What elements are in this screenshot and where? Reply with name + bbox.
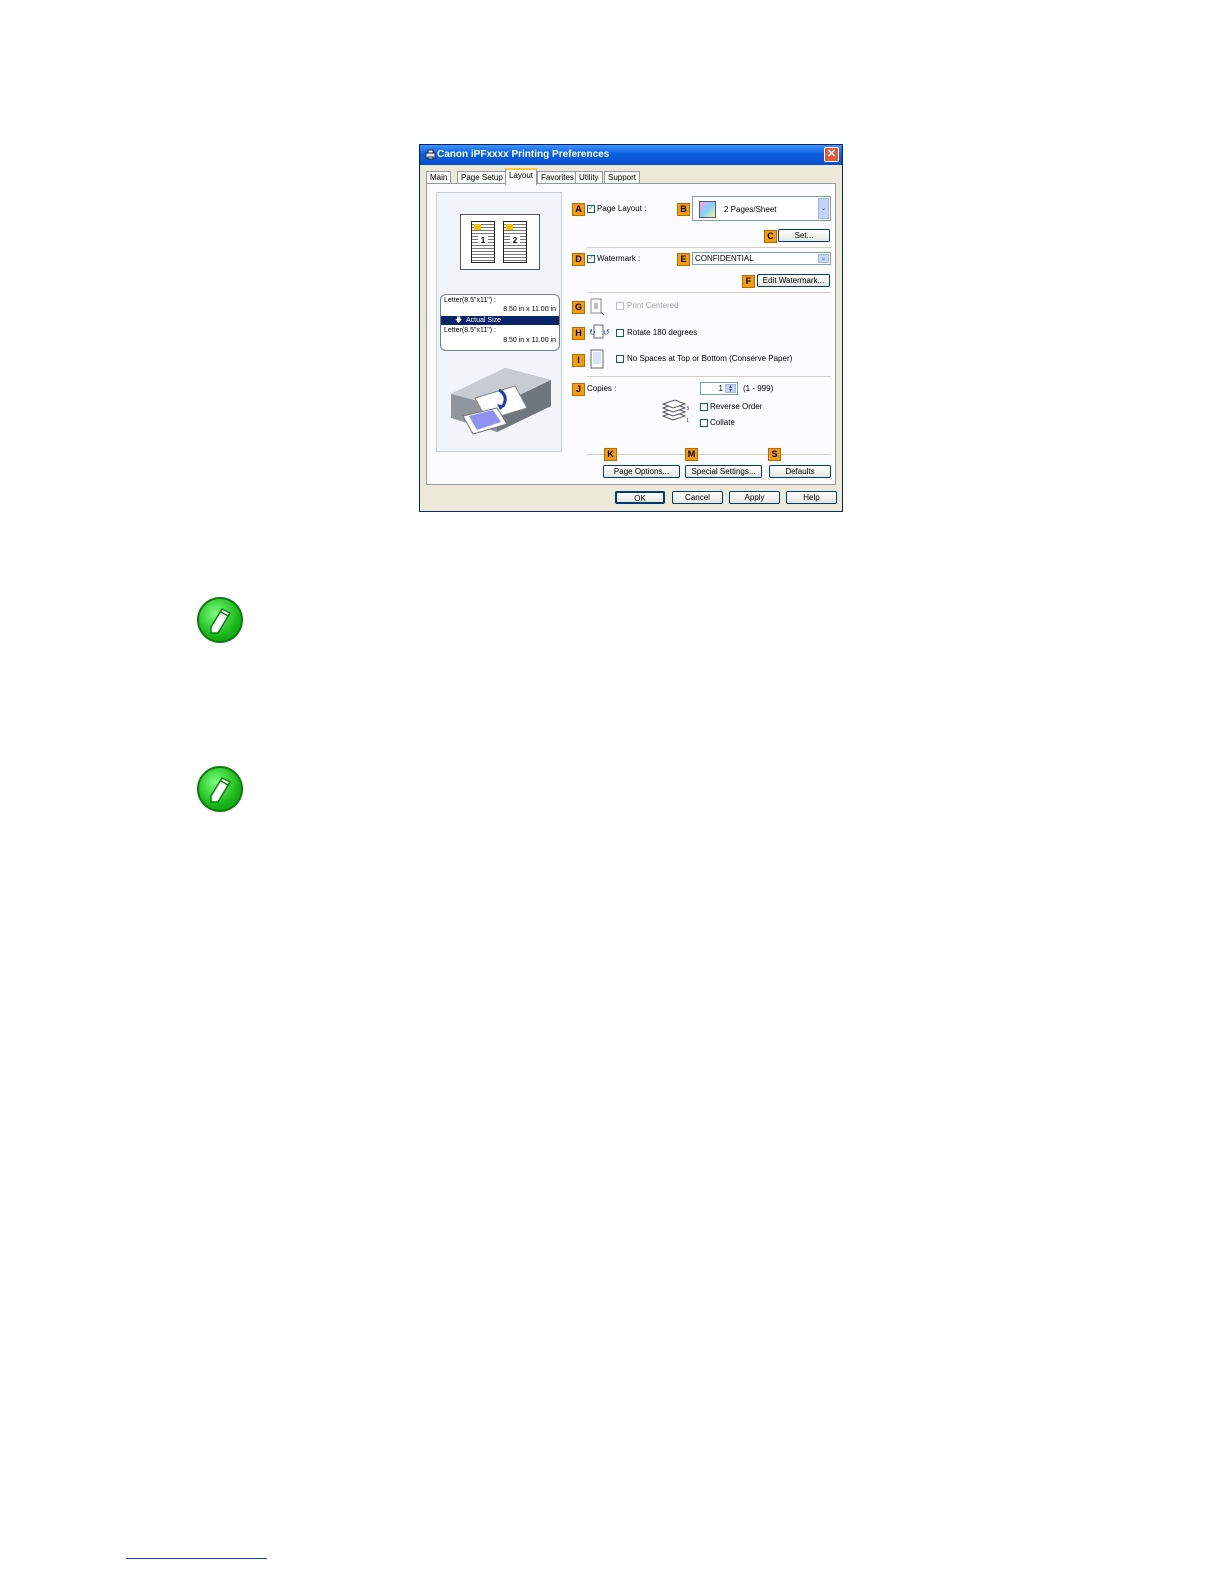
divider bbox=[587, 292, 831, 293]
callout-d: D bbox=[572, 253, 585, 266]
no-spaces-label: No Spaces at Top or Bottom (Conserve Pap… bbox=[627, 354, 793, 363]
close-icon[interactable]: ✕ bbox=[824, 147, 839, 162]
conserve-paper-icon bbox=[590, 349, 604, 369]
callout-m: M bbox=[685, 448, 698, 461]
callout-a: A bbox=[572, 203, 585, 216]
defaults-button[interactable]: Defaults bbox=[769, 465, 831, 478]
pages-per-sheet-icon bbox=[699, 201, 716, 218]
apply-button[interactable]: Apply bbox=[729, 491, 780, 504]
reverse-order-label: Reverse Order bbox=[710, 402, 763, 411]
chevron-down-icon[interactable]: ⌄ bbox=[818, 198, 829, 219]
callout-e: E bbox=[677, 253, 690, 266]
watermark-value: CONFIDENTIAL bbox=[695, 254, 754, 263]
help-button[interactable]: Help bbox=[786, 491, 837, 504]
note-pencil-icon bbox=[197, 597, 243, 643]
window-title: Canon iPFxxxx Printing Preferences bbox=[437, 149, 610, 160]
print-centered-icon bbox=[590, 298, 605, 316]
page-layout-checkbox[interactable]: ✓ bbox=[587, 205, 595, 213]
special-settings-button[interactable]: Special Settings... bbox=[685, 465, 762, 478]
callout-g: G bbox=[572, 301, 585, 314]
ok-button[interactable]: OK bbox=[615, 491, 665, 504]
callout-i: I bbox=[572, 354, 585, 367]
paper-size-info: Letter(8.5"x11") : 8.50 in x 11.00 in 🡇 … bbox=[440, 294, 560, 351]
chevron-down-icon[interactable]: ⌄ bbox=[818, 254, 829, 263]
watermark-select[interactable]: CONFIDENTIAL ⌄ bbox=[692, 252, 831, 265]
rotate-icon: ↻ ↺ bbox=[589, 324, 610, 339]
copies-label: Copies : bbox=[587, 384, 617, 393]
note-pencil-icon bbox=[197, 766, 243, 812]
collate-label: Collate bbox=[710, 418, 735, 427]
scaling-mode: 🡇 Actual Size bbox=[441, 316, 559, 325]
output-paper-label: Letter(8.5"x11") : bbox=[444, 327, 496, 334]
footer-link-underline[interactable] bbox=[126, 1558, 267, 1559]
printer-illustration bbox=[451, 368, 551, 435]
edit-watermark-button[interactable]: Edit Watermark... bbox=[757, 274, 830, 287]
preview-page-1: 1 bbox=[471, 221, 495, 263]
layout-tab-panel: 1 2 Letter(8.5"x11") : 8.50 in x 11.00 i… bbox=[426, 183, 836, 485]
cancel-button[interactable]: Cancel bbox=[672, 491, 723, 504]
callout-s: S bbox=[768, 448, 781, 461]
svg-text:↺: ↺ bbox=[603, 328, 610, 337]
page-layout-preview: 1 2 bbox=[460, 214, 540, 270]
copies-range: (1 - 999) bbox=[743, 384, 774, 393]
callout-b: B bbox=[677, 203, 690, 216]
spinner-arrows-icon[interactable]: ▴ ▾ bbox=[725, 384, 736, 394]
copies-spinner[interactable]: 1 ▴ ▾ bbox=[700, 382, 738, 395]
printing-preferences-window: Canon iPFxxxx Printing Preferences ✕ Mai… bbox=[419, 144, 843, 512]
callout-k: K bbox=[604, 448, 617, 461]
callout-c: C bbox=[764, 230, 777, 243]
preview-panel: 1 2 Letter(8.5"x11") : 8.50 in x 11.00 i… bbox=[436, 192, 562, 452]
collate-checkbox[interactable] bbox=[700, 419, 708, 427]
divider bbox=[587, 376, 831, 377]
preview-page-number: 1 bbox=[478, 236, 488, 245]
no-spaces-checkbox[interactable] bbox=[616, 355, 624, 363]
down-arrow-icon: 🡇 bbox=[455, 317, 463, 324]
printer-icon bbox=[425, 149, 436, 160]
copies-stack-icon: 3 1 bbox=[661, 399, 689, 424]
page-layout-select[interactable]: 2 Pages/Sheet ⌄ bbox=[692, 196, 831, 221]
print-centered-label: Print Centered bbox=[627, 301, 679, 310]
callout-h: H bbox=[572, 327, 585, 340]
watermark-label: Watermark : bbox=[597, 254, 641, 263]
watermark-checkbox[interactable]: ✓ bbox=[587, 255, 595, 263]
print-centered-checkbox[interactable] bbox=[616, 302, 624, 310]
svg-text:↻: ↻ bbox=[589, 328, 596, 337]
source-paper-label: Letter(8.5"x11") : bbox=[444, 297, 496, 304]
reverse-order-checkbox[interactable] bbox=[700, 403, 708, 411]
callout-f: F bbox=[742, 275, 755, 288]
divider bbox=[587, 247, 831, 248]
divider bbox=[587, 454, 831, 455]
page-options-button[interactable]: Page Options... bbox=[603, 465, 680, 478]
svg-text:1: 1 bbox=[686, 418, 689, 424]
tab-layout[interactable]: Layout bbox=[505, 168, 538, 185]
preview-page-2: 2 bbox=[503, 221, 527, 263]
output-paper-size: 8.50 in x 11.00 in bbox=[503, 337, 556, 344]
title-bar[interactable]: Canon iPFxxxx Printing Preferences ✕ bbox=[420, 145, 842, 165]
rotate-180-checkbox[interactable] bbox=[616, 329, 624, 337]
copies-value: 1 bbox=[718, 384, 723, 393]
page-layout-value: 2 Pages/Sheet bbox=[724, 205, 777, 214]
set-button[interactable]: Set... bbox=[778, 229, 830, 242]
callout-j: J bbox=[572, 383, 585, 396]
scaling-mode-label: Actual Size bbox=[466, 317, 502, 324]
preview-page-number: 2 bbox=[510, 236, 520, 245]
rotate-180-label: Rotate 180 degrees bbox=[627, 328, 698, 337]
source-paper-size: 8.50 in x 11.00 in bbox=[503, 306, 556, 313]
page-layout-label: Page Layout : bbox=[597, 204, 647, 213]
svg-text:3: 3 bbox=[686, 406, 689, 412]
